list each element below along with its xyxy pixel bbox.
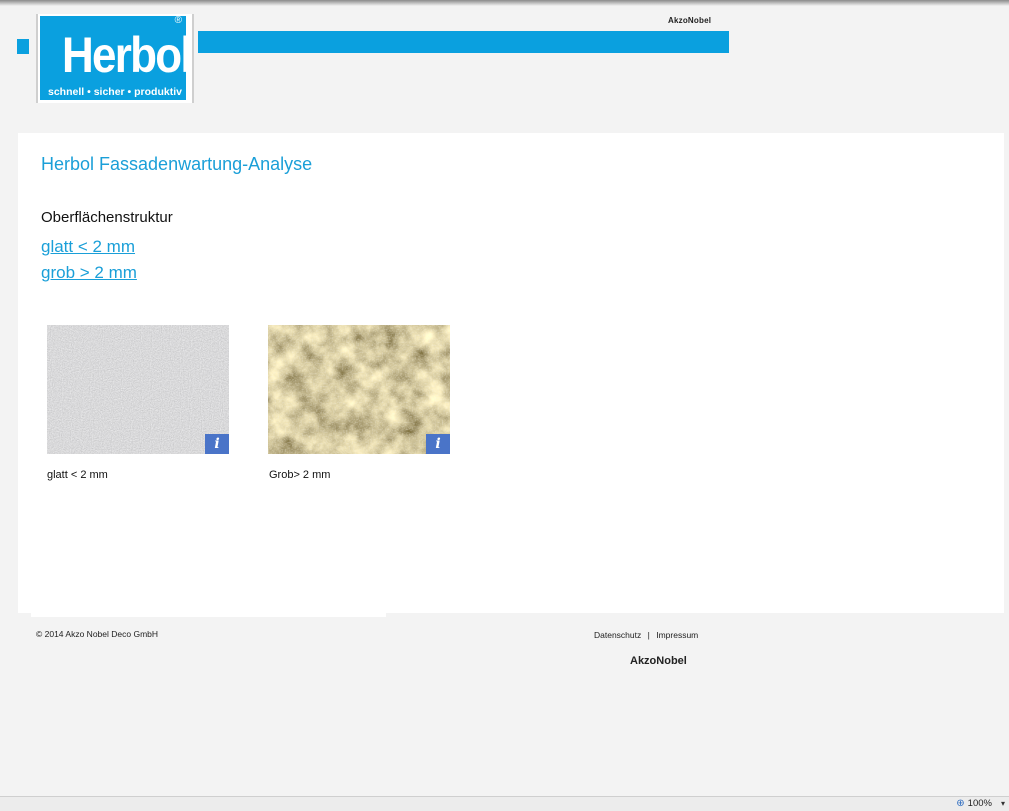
footer-separator: |: [647, 630, 650, 640]
window-top-edge: [0, 0, 1009, 6]
info-icon[interactable]: i: [426, 434, 450, 454]
akzonobel-logo-footer[interactable]: AkzoNobel: [630, 655, 687, 667]
registered-mark: ®: [174, 15, 182, 26]
brand-bar: [198, 31, 729, 53]
caption-grob: Grob> 2 mm: [269, 469, 331, 481]
zoom-level: 100%: [967, 798, 992, 809]
section-label: Oberflächenstruktur: [41, 209, 173, 226]
zoom-control[interactable]: ⊕ 100% ▾: [956, 798, 1005, 809]
image-grob-surface[interactable]: i: [268, 325, 450, 454]
link-grob[interactable]: grob > 2 mm: [41, 263, 137, 283]
zoom-icon: ⊕: [956, 798, 965, 809]
info-icon[interactable]: i: [205, 434, 229, 454]
page-title: Herbol Fassadenwartung-Analyse: [41, 154, 313, 174]
chevron-down-icon[interactable]: ▾: [1001, 799, 1005, 808]
logo-tagline: schnell • sicher • produktiv: [48, 86, 182, 98]
copyright-text: © 2014 Akzo Nobel Deco GmbH: [36, 629, 159, 639]
browser-status-bar: ⊕ 100% ▾: [0, 796, 1009, 811]
texture-fine: [47, 325, 229, 454]
content-panel-tab: [31, 613, 386, 617]
logo-wordmark: Herbol: [62, 27, 193, 83]
imprint-link[interactable]: Impressum: [656, 630, 698, 640]
image-glatt-surface[interactable]: i: [47, 325, 229, 454]
caption-glatt: glatt < 2 mm: [47, 469, 108, 481]
brand-bar-left: [17, 39, 29, 54]
texture-coarse: [268, 325, 450, 454]
link-glatt[interactable]: glatt < 2 mm: [41, 237, 135, 257]
akzonobel-logo-top[interactable]: AkzoNobel: [668, 16, 711, 25]
herbol-logo[interactable]: ® Herbol schnell • sicher • produktiv: [36, 14, 194, 103]
logo-background: ® Herbol schnell • sicher • produktiv: [40, 15, 193, 100]
footer-links: Datenschutz | Impressum: [594, 630, 698, 640]
privacy-link[interactable]: Datenschutz: [594, 630, 641, 640]
